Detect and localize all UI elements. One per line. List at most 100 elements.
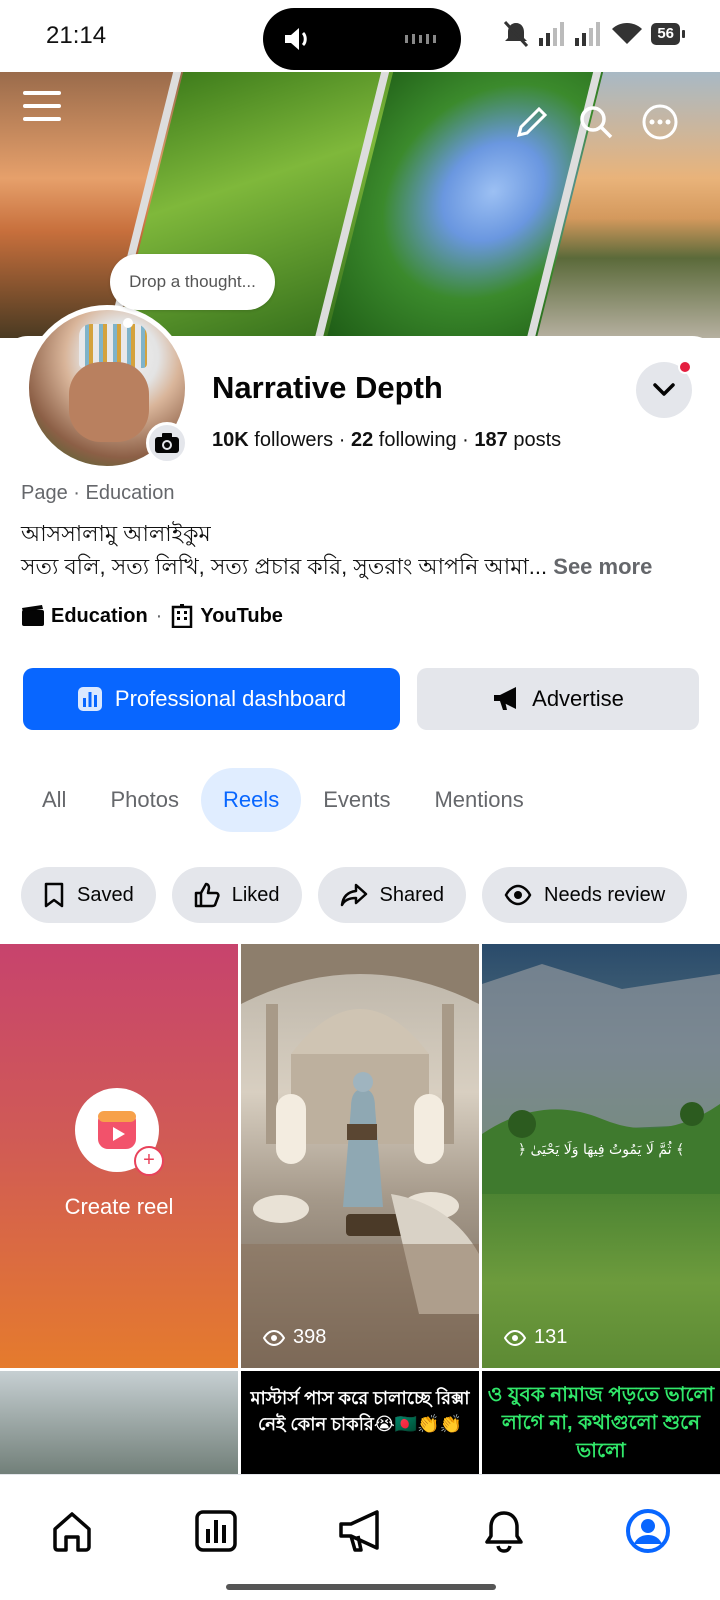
page-title: Narrative Depth xyxy=(212,370,443,405)
dashboard-icon xyxy=(195,1510,237,1552)
signal-icon xyxy=(539,22,565,46)
more-button[interactable] xyxy=(638,100,682,144)
link-youtube[interactable]: YouTube xyxy=(200,605,283,628)
reel-views-count: 131 xyxy=(534,1326,568,1348)
edit-button[interactable] xyxy=(510,100,554,144)
bookmark-icon xyxy=(44,882,64,908)
tab-photos[interactable]: Photos xyxy=(88,768,201,832)
drop-thought-bubble[interactable]: Drop a thought... xyxy=(110,254,275,310)
battery-indicator: 56 xyxy=(651,23,685,45)
tab-reels[interactable]: Reels xyxy=(200,768,302,832)
reel-thumbnail[interactable]: ও যুবক নামাজ পড়তে ভালো লাগে না, কথাগুলো… xyxy=(482,1371,720,1474)
thought-bubble-tail xyxy=(123,318,133,328)
megaphone-icon xyxy=(494,687,517,710)
filter-shared[interactable]: Shared xyxy=(317,867,467,923)
see-more-link[interactable]: See more xyxy=(553,554,652,579)
share-icon xyxy=(340,883,367,907)
posts-count: 187 xyxy=(474,429,508,451)
eye-icon xyxy=(263,1329,285,1346)
nav-notifications[interactable] xyxy=(476,1503,532,1559)
reels-grid: + Create reel 398 ﴿ ثُمَّ لَا يَمُوتُ فِ… xyxy=(0,944,720,1474)
avatar-camera-button[interactable] xyxy=(146,422,188,464)
filter-needs-review[interactable]: Needs review xyxy=(482,867,688,923)
thought-placeholder: Drop a thought... xyxy=(129,272,256,291)
reel-thumbnail[interactable]: 398 xyxy=(241,944,479,1368)
reel-thumbnail[interactable]: মাস্টার্স পাস করে চালাচ্ছে রিক্সা নেই কো… xyxy=(241,1371,479,1474)
eye-icon xyxy=(504,1329,526,1346)
dynamic-island xyxy=(263,8,461,70)
reel-views: 131 xyxy=(504,1326,567,1349)
followers-count[interactable]: 10K xyxy=(212,429,249,451)
following-count[interactable]: 22 xyxy=(351,429,373,451)
search-icon xyxy=(580,106,613,139)
advertise-label: Advertise xyxy=(532,686,624,711)
create-reel-label: Create reel xyxy=(64,1194,174,1219)
reel-views-count: 398 xyxy=(293,1326,327,1348)
notification-dot xyxy=(678,360,692,374)
filter-liked[interactable]: Liked xyxy=(171,867,302,923)
home-indicator xyxy=(226,1584,496,1590)
bio-line-1: আসসালামু আলাইকুম xyxy=(21,521,211,546)
links-separator: · xyxy=(155,604,163,627)
tab-mentions[interactable]: Mentions xyxy=(412,768,545,832)
search-button[interactable] xyxy=(574,100,618,144)
following-label[interactable]: following xyxy=(379,429,457,451)
more-options-icon xyxy=(642,104,678,140)
nav-ads[interactable] xyxy=(332,1503,388,1559)
profile-links: Education · YouTube xyxy=(21,604,283,628)
bio-line-2: সত্য বলি, সত্য লিখি, সত্য প্রচার করি, সু… xyxy=(21,550,652,587)
professional-dashboard-button[interactable]: Professional dashboard xyxy=(23,668,400,730)
hamburger-icon xyxy=(23,91,61,121)
profile-icon xyxy=(626,1509,670,1553)
page-category: Page · Education xyxy=(21,482,175,504)
building-icon xyxy=(172,604,193,628)
mosque-illustration xyxy=(241,944,479,1368)
chevron-down-icon xyxy=(653,383,675,396)
tab-events[interactable]: Events xyxy=(301,768,412,832)
reel-thumbnail[interactable] xyxy=(0,1371,238,1474)
dashboard-icon xyxy=(77,687,102,711)
nav-home[interactable] xyxy=(44,1503,100,1559)
dashboard-label: Professional dashboard xyxy=(114,686,347,711)
audio-wave-icon xyxy=(405,34,436,44)
thumbs-up-icon xyxy=(194,882,220,908)
speaker-icon xyxy=(285,28,307,50)
bottom-navigation xyxy=(0,1474,720,1600)
link-education[interactable]: Education xyxy=(51,605,148,628)
plus-icon: + xyxy=(134,1146,164,1176)
eye-icon xyxy=(504,884,532,906)
landscape-illustration: ﴿ ثُمَّ لَا يَمُوتُ فِيهَا وَلَا يَحْيَى… xyxy=(482,964,720,1194)
filter-needs-review-label: Needs review xyxy=(544,883,666,906)
home-icon xyxy=(53,1512,91,1552)
advertise-button[interactable]: Advertise xyxy=(417,668,699,730)
nav-dashboard[interactable] xyxy=(188,1503,244,1559)
wifi-icon xyxy=(612,23,643,44)
stats-separator: · xyxy=(462,429,475,451)
reel-thumbnail[interactable]: ﴿ ثُمَّ لَا يَمُوتُ فِيهَا وَلَا يَحْيَى… xyxy=(482,944,720,1368)
followers-label[interactable]: followers xyxy=(254,429,333,451)
reel-filters: Saved Liked Shared Needs review xyxy=(21,867,688,923)
megaphone-icon xyxy=(339,1510,379,1552)
stats-separator: · xyxy=(338,429,351,451)
clapperboard-icon xyxy=(22,605,44,626)
cover-photo[interactable] xyxy=(0,72,720,338)
profile-stats: 10K followers · 22 following · 187 posts xyxy=(212,429,561,452)
reel-views: 398 xyxy=(263,1326,326,1349)
reel-caption: মাস্টার্স পাস করে চালাচ্ছে রিক্সা নেই কো… xyxy=(250,1388,470,1434)
posts-label: posts xyxy=(513,429,562,451)
filter-saved-label: Saved xyxy=(77,883,134,906)
tab-all[interactable]: All xyxy=(20,768,88,832)
status-bar: 21:14 56 xyxy=(0,0,720,72)
create-reel-tile[interactable]: + Create reel xyxy=(0,944,238,1368)
filter-shared-label: Shared xyxy=(379,883,445,906)
filter-saved[interactable]: Saved xyxy=(21,867,156,923)
pencil-icon xyxy=(516,106,548,138)
reel-caption: ও যুবক নামাজ পড়তে ভালো লাগে না, কথাগুলো… xyxy=(487,1384,715,1462)
svg-text:﴿ ثُمَّ لَا يَمُوتُ فِيهَا وَل: ﴿ ثُمَّ لَا يَمُوتُ فِيهَا وَلَا يَحْيَى… xyxy=(518,1141,684,1158)
camera-icon xyxy=(155,433,179,453)
mute-icon xyxy=(504,20,529,48)
signal-icon-2 xyxy=(575,22,601,46)
filter-liked-label: Liked xyxy=(231,883,280,906)
menu-button[interactable] xyxy=(20,84,64,128)
nav-profile[interactable] xyxy=(620,1503,676,1559)
